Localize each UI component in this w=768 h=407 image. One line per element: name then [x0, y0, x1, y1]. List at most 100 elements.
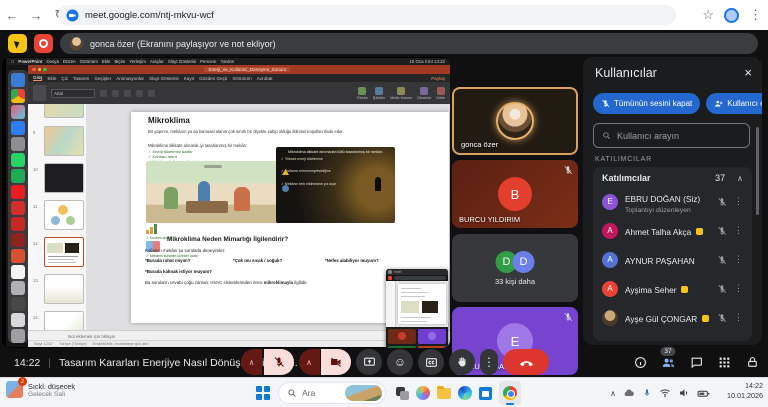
- ribbon-tab[interactable]: Tasarım: [73, 76, 89, 81]
- captions-button[interactable]: [418, 349, 444, 375]
- edge-icon[interactable]: [458, 386, 472, 400]
- dock-icon[interactable]: [11, 297, 25, 311]
- chrome-taskbar-active[interactable]: [499, 381, 521, 405]
- slide-thumbnail[interactable]: [44, 104, 84, 118]
- dictate-button[interactable]: Dikte: [436, 87, 445, 100]
- dock-icon[interactable]: [11, 313, 25, 327]
- share-button[interactable]: Paylaş: [431, 76, 445, 81]
- recording-indicator-icon[interactable]: [34, 34, 53, 53]
- participants-group-header[interactable]: Katılımcılar 37 ∧: [593, 167, 752, 187]
- slide-thumbnail[interactable]: [44, 126, 84, 156]
- ribbon-tab[interactable]: Slayt Gösterisi: [149, 76, 179, 81]
- file-explorer-icon[interactable]: [437, 388, 451, 399]
- volume-icon[interactable]: [678, 387, 690, 399]
- battery-icon[interactable]: [697, 387, 710, 400]
- dock-icon[interactable]: [11, 201, 25, 215]
- ribbon-tab[interactable]: Görünüm: [233, 76, 252, 81]
- task-view-icon[interactable]: [396, 387, 409, 400]
- dock-icon[interactable]: [11, 281, 25, 295]
- textbox-button[interactable]: Metin Kutusu: [390, 87, 412, 100]
- more-options-icon[interactable]: ⋮: [734, 225, 743, 236]
- slide-thumbnail[interactable]: [44, 163, 84, 193]
- ribbon-tab[interactable]: Animasyonlar: [116, 76, 144, 81]
- ribbon-button[interactable]: [124, 90, 131, 97]
- ribbon-tab[interactable]: Giriş: [33, 75, 42, 81]
- dock-icon[interactable]: [11, 121, 25, 135]
- arrange-button[interactable]: Düzenle: [417, 87, 431, 100]
- wifi-icon[interactable]: [659, 387, 671, 399]
- zoom-traffic-light[interactable]: [43, 68, 47, 72]
- participant-row[interactable]: A Ahmet Talha Akça ⋮: [593, 216, 752, 245]
- dock-icon-calendar[interactable]: [11, 265, 25, 279]
- ribbon-tab[interactable]: Acrobat: [257, 76, 273, 81]
- mute-all-button[interactable]: Tümünün sesini kapat: [593, 93, 700, 114]
- slide-thumbnail-selected[interactable]: [44, 237, 84, 267]
- meeting-details-icon[interactable]: [632, 355, 648, 371]
- video-tile-overflow[interactable]: D D 33 kişi daha: [452, 234, 578, 302]
- paste-button[interactable]: [33, 85, 46, 101]
- dock-icon-powerpoint[interactable]: [11, 249, 25, 263]
- more-options-icon[interactable]: ⋮: [734, 283, 743, 294]
- camera-options-chevron[interactable]: ∧: [299, 349, 320, 375]
- weather-widget[interactable]: 2 Sıckl. düşecek Gelecek Salı: [6, 381, 75, 398]
- participant-row[interactable]: Ayşe Gül ÇONGAR ⋮: [593, 303, 752, 332]
- raise-hand-button[interactable]: [449, 349, 475, 375]
- dock-icon[interactable]: [11, 217, 25, 231]
- taskbar-clock[interactable]: 14:22 10.01.2026: [727, 381, 763, 402]
- ribbon-button[interactable]: [148, 90, 155, 97]
- dock-icon[interactable]: [11, 105, 25, 119]
- chat-icon[interactable]: [688, 355, 704, 371]
- dock-icon[interactable]: [11, 73, 25, 87]
- start-button[interactable]: [256, 386, 270, 400]
- more-options-icon[interactable]: ⋮: [734, 312, 743, 323]
- camera-off-button[interactable]: [321, 349, 351, 375]
- dock-icon-chrome[interactable]: [11, 89, 25, 103]
- microsoft-store-icon[interactable]: [479, 387, 492, 400]
- end-call-button[interactable]: [503, 349, 549, 375]
- mic-options-chevron[interactable]: ∧: [241, 349, 262, 375]
- ribbon-button[interactable]: [100, 90, 107, 97]
- back-icon[interactable]: ←: [0, 8, 24, 23]
- video-tile-gonca[interactable]: gonca özer: [452, 87, 578, 155]
- language-indicator[interactable]: Türkçe (Türkiye): [59, 342, 87, 346]
- profile-avatar[interactable]: [724, 8, 739, 23]
- dock-icon-acrobat[interactable]: [11, 185, 25, 199]
- people-panel-icon[interactable]: 37: [660, 355, 676, 371]
- onedrive-cloud-icon[interactable]: [623, 387, 635, 399]
- screenshare-tile[interactable]:  PowerPoint Dosya Düzen Görünüm Ekle Bi…: [2, 57, 450, 348]
- reactions-button[interactable]: ☺: [387, 349, 413, 375]
- add-user-button[interactable]: Kullanıcı ekle: [706, 93, 762, 114]
- close-traffic-light[interactable]: [32, 68, 36, 72]
- present-screen-button[interactable]: [356, 349, 382, 375]
- dock-icon[interactable]: [11, 233, 25, 247]
- activities-grid-icon[interactable]: [716, 355, 732, 371]
- dock-icon-excel[interactable]: [11, 169, 25, 183]
- ribbon-button[interactable]: [136, 90, 143, 97]
- address-bar[interactable]: meet.google.com/ntj-mkvu-wcf: [58, 5, 676, 25]
- font-select[interactable]: Arial: [51, 89, 95, 98]
- video-tile-burcu[interactable]: B BURCU YILDIRIM: [452, 160, 578, 228]
- insert-picture-button[interactable]: Resim: [357, 87, 368, 100]
- ribbon-tab[interactable]: Kayıt: [184, 76, 194, 81]
- participant-row[interactable]: A Ayşima Seher ⋮: [593, 274, 752, 303]
- ribbon-tab[interactable]: Çiz: [61, 76, 68, 81]
- taskbar-search[interactable]: Ara: [278, 382, 386, 404]
- close-icon[interactable]: ×: [744, 65, 752, 80]
- participant-row[interactable]: E EBRU DOĞAN (Siz) Toplantıyı düzenleyen…: [593, 187, 752, 216]
- ribbon-tab[interactable]: Ekle: [47, 76, 56, 81]
- mic-muted-button[interactable]: [264, 349, 294, 375]
- mic-tray-icon[interactable]: [642, 388, 652, 398]
- pip-window[interactable]: meet: [386, 269, 448, 348]
- panel-scrollbar[interactable]: [756, 127, 759, 215]
- minimize-traffic-light[interactable]: [38, 68, 42, 72]
- slide-thumbnail-panel[interactable]: 9 10 11 12: [28, 104, 87, 330]
- host-controls-lock-icon[interactable]: [744, 355, 760, 371]
- tray-chevron-icon[interactable]: ∧: [610, 389, 616, 398]
- ribbon-button[interactable]: [112, 90, 119, 97]
- forward-icon[interactable]: →: [24, 8, 48, 23]
- browser-menu-icon[interactable]: ⋮: [749, 7, 762, 23]
- screenshare-indicator-icon[interactable]: [8, 34, 27, 53]
- more-options-icon[interactable]: ⋮: [734, 196, 743, 207]
- shapes-button[interactable]: Şekiller: [373, 87, 385, 100]
- slide-thumbnail[interactable]: [44, 311, 84, 330]
